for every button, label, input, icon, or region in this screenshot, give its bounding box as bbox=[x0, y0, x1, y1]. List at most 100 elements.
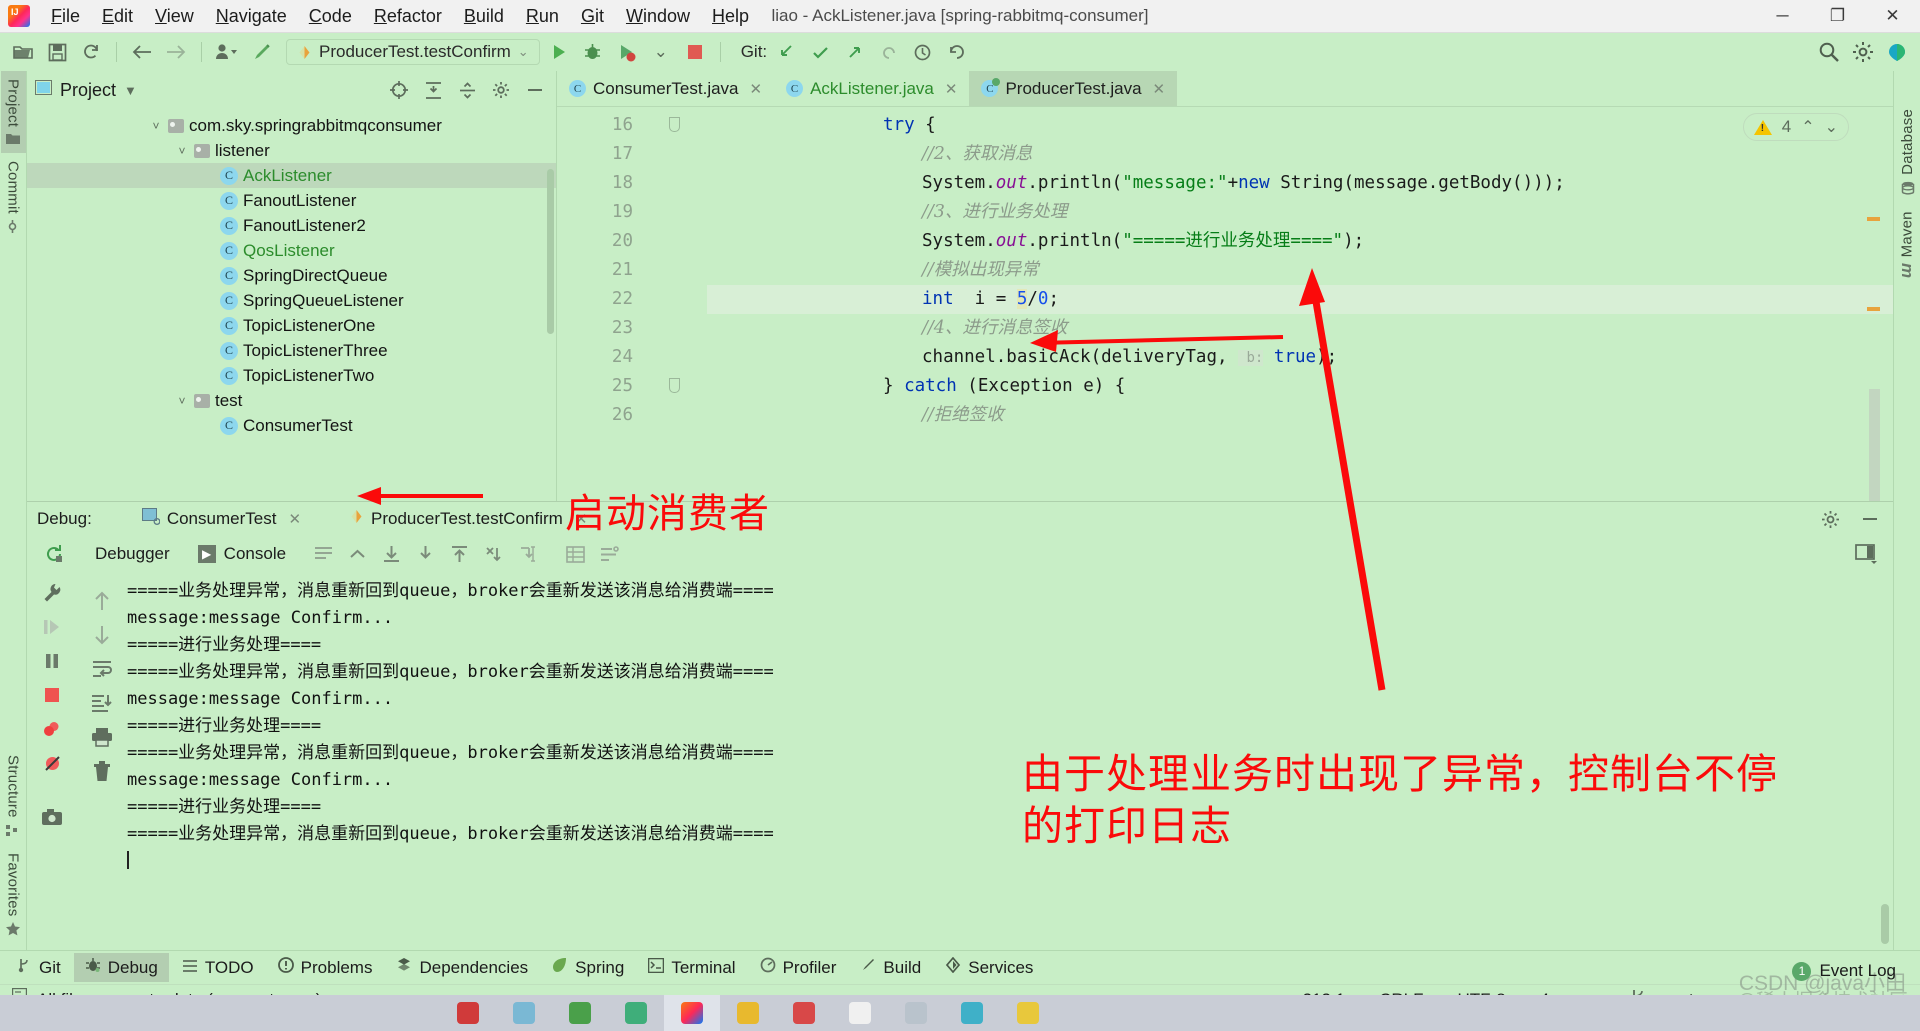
scroll-to-end-list-icon[interactable] bbox=[85, 688, 119, 718]
chevron-down-icon[interactable]: ⌄ bbox=[518, 44, 529, 60]
profile-icon[interactable]: ⌄ bbox=[646, 38, 676, 66]
inspection-widget[interactable]: 4 ⌃ ⌄ bbox=[1742, 113, 1849, 141]
scroll-up-icon[interactable] bbox=[340, 540, 374, 568]
bottom-tab-terminal[interactable]: Terminal bbox=[637, 954, 746, 982]
project-settings-icon[interactable] bbox=[488, 78, 514, 102]
taskbar-item-5[interactable] bbox=[720, 995, 776, 1031]
line-number-18[interactable]: 18 bbox=[557, 169, 647, 198]
menu-file[interactable]: File bbox=[40, 2, 91, 31]
line-number-25[interactable]: 25 bbox=[557, 372, 647, 401]
menu-git[interactable]: Git bbox=[570, 2, 615, 31]
bottom-tab-git[interactable]: Git bbox=[6, 953, 72, 982]
sidebar-item-database[interactable]: Database bbox=[1895, 101, 1920, 203]
chevron-down-icon[interactable]: ˅ bbox=[149, 119, 163, 133]
debug-settings-icon[interactable] bbox=[1817, 507, 1843, 531]
search-everywhere-icon[interactable] bbox=[1814, 38, 1844, 66]
scroll-from-source-icon[interactable] bbox=[386, 78, 412, 102]
editor-vertical-scrollbar[interactable] bbox=[1869, 389, 1880, 509]
tree-node-topiclistenerone[interactable]: C TopicListenerOne bbox=[27, 313, 556, 338]
chevron-down-icon[interactable]: ˅ bbox=[175, 394, 189, 408]
tab-debugger[interactable]: Debugger bbox=[81, 541, 184, 567]
taskbar-item-2[interactable] bbox=[496, 995, 552, 1031]
tree-node-fanoutlistener[interactable]: C FanoutListener bbox=[27, 188, 556, 213]
bottom-tab-profiler[interactable]: Profiler bbox=[749, 953, 848, 982]
bottom-tab-build[interactable]: Build bbox=[849, 953, 932, 982]
fold-region-16[interactable] bbox=[647, 111, 707, 140]
run-configuration-selector[interactable]: ProducerTest.testConfirm ⌄ bbox=[286, 39, 540, 65]
tree-node-fanoutlistener2[interactable]: C FanoutListener2 bbox=[27, 213, 556, 238]
debug-session-tab-consumertest[interactable]: ConsumerTest ✕ bbox=[141, 508, 301, 530]
sidebar-item-favorites[interactable]: Favorites bbox=[1, 845, 26, 945]
scroll-to-end-icon[interactable] bbox=[374, 540, 408, 568]
undo-icon[interactable] bbox=[941, 38, 971, 66]
soft-wrap-lines-icon[interactable] bbox=[85, 654, 119, 684]
maximize-button[interactable]: ❐ bbox=[1810, 0, 1865, 33]
tree-node-springqueuelistener[interactable]: C SpringQueueListener bbox=[27, 288, 556, 313]
close-tab-icon[interactable]: ✕ bbox=[1153, 80, 1166, 98]
history-icon[interactable] bbox=[907, 38, 937, 66]
back-icon[interactable] bbox=[127, 38, 157, 66]
menu-navigate[interactable]: Navigate bbox=[205, 2, 298, 31]
tab-console[interactable]: ▶ Console bbox=[184, 541, 300, 567]
chevron-down-icon[interactable]: ˅ bbox=[175, 144, 189, 158]
code-fold-icon[interactable] bbox=[669, 378, 680, 393]
ide-help-icon[interactable] bbox=[1882, 38, 1912, 66]
editor-tab-consumertest[interactable]: C ConsumerTest.java ✕ bbox=[557, 71, 774, 106]
tree-node-springdirectqueue[interactable]: C SpringDirectQueue bbox=[27, 263, 556, 288]
forward-icon[interactable] bbox=[161, 38, 191, 66]
scroll-to-top-icon[interactable] bbox=[442, 540, 476, 568]
mute-breakpoints-icon[interactable] bbox=[35, 748, 69, 778]
event-log-widget[interactable]: 1 Event Log bbox=[1792, 961, 1908, 981]
line-number-20[interactable]: 20 bbox=[557, 227, 647, 256]
rerun-icon[interactable] bbox=[37, 540, 71, 568]
editor-tab-producertest[interactable]: C ProducerTest.java ✕ bbox=[969, 71, 1178, 106]
taskbar-item-intellij[interactable] bbox=[664, 995, 720, 1031]
taskbar-item-3[interactable] bbox=[552, 995, 608, 1031]
kill-process-icon[interactable] bbox=[476, 540, 510, 568]
next-problem-icon[interactable]: ⌄ bbox=[1825, 117, 1838, 137]
menu-refactor[interactable]: Refactor bbox=[363, 2, 453, 31]
camera-icon[interactable] bbox=[35, 802, 69, 832]
line-number-21[interactable]: 21 bbox=[557, 256, 647, 285]
console-scrollbar[interactable] bbox=[1881, 904, 1889, 944]
cursor-icon[interactable] bbox=[510, 540, 544, 568]
stop-icon[interactable] bbox=[680, 38, 710, 66]
taskbar-item-9[interactable] bbox=[944, 995, 1000, 1031]
up-arrow-icon[interactable] bbox=[85, 586, 119, 616]
menu-help[interactable]: Help bbox=[701, 2, 760, 31]
error-stripe-mark-1[interactable] bbox=[1867, 217, 1880, 221]
down-arrow-icon[interactable] bbox=[85, 620, 119, 650]
vcs-user-icon[interactable] bbox=[212, 38, 242, 66]
bottom-tab-problems[interactable]: Problems bbox=[267, 953, 384, 982]
line-number-23[interactable]: 23 bbox=[557, 314, 647, 343]
tree-node-acklistener[interactable]: C AckListener bbox=[27, 163, 556, 188]
bottom-tab-debug[interactable]: Debug bbox=[73, 953, 169, 982]
menu-build[interactable]: Build bbox=[453, 2, 515, 31]
tree-node-consumertest[interactable]: C ConsumerTest bbox=[27, 413, 556, 438]
build-hammer-icon[interactable] bbox=[246, 38, 276, 66]
menu-code[interactable]: Code bbox=[298, 2, 363, 31]
run-coverage-icon[interactable] bbox=[612, 38, 642, 66]
wrench-icon[interactable] bbox=[35, 578, 69, 608]
line-number-17[interactable]: 17 bbox=[557, 140, 647, 169]
sidebar-item-commit[interactable]: Commit bbox=[1, 153, 26, 241]
sync-icon[interactable] bbox=[76, 38, 106, 66]
tree-node-test[interactable]: ˅ test bbox=[27, 388, 556, 413]
line-number-16[interactable]: 16 bbox=[557, 111, 647, 140]
bottom-tab-dependencies[interactable]: Dependencies bbox=[385, 953, 539, 982]
error-stripe-mark-2[interactable] bbox=[1867, 307, 1880, 311]
sidebar-item-structure[interactable]: Structure bbox=[1, 747, 26, 845]
taskbar-item-4[interactable] bbox=[608, 995, 664, 1031]
taskbar-item-10[interactable] bbox=[1000, 995, 1056, 1031]
settings-list-icon[interactable] bbox=[592, 540, 626, 568]
update-project-icon[interactable] bbox=[771, 38, 801, 66]
open-folder-icon[interactable] bbox=[8, 38, 38, 66]
tree-node-com-sky-springrabbitmqconsumer[interactable]: ˅ com.sky.springrabbitmqconsumer bbox=[27, 113, 556, 138]
menu-edit[interactable]: Edit bbox=[91, 2, 144, 31]
tree-node-listener[interactable]: ˅ listener bbox=[27, 138, 556, 163]
resume-icon[interactable] bbox=[35, 612, 69, 642]
line-number-24[interactable]: 24 bbox=[557, 343, 647, 372]
close-button[interactable]: ✕ bbox=[1865, 0, 1920, 33]
print-icon[interactable] bbox=[85, 722, 119, 752]
project-tree-scrollbar[interactable] bbox=[547, 169, 554, 334]
